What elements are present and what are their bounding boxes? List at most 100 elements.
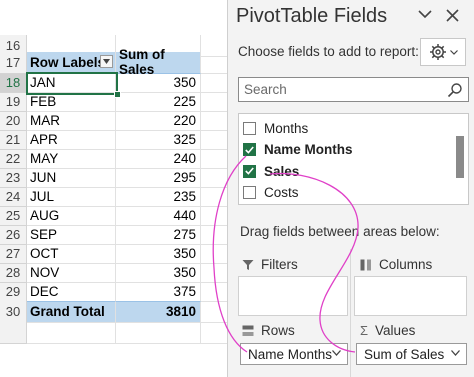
row-header[interactable]: 28 — [0, 263, 27, 283]
chevron-down-icon — [449, 49, 458, 55]
row-labels-header[interactable]: Row Labels — [27, 52, 116, 74]
row-header[interactable]: 29 — [0, 282, 27, 302]
row-header[interactable]: 19 — [0, 92, 27, 112]
empty-cell[interactable] — [201, 226, 227, 245]
row-labels-text: Row Labels — [30, 54, 106, 70]
row-header[interactable]: 17 — [0, 52, 27, 74]
sales-value-cell[interactable]: 440 — [116, 206, 201, 226]
pivot-data-row: 25 AUG 440 — [0, 206, 227, 226]
sales-value-cell[interactable]: 240 — [116, 149, 201, 169]
row-label-cell[interactable]: OCT — [27, 244, 116, 264]
row-header[interactable]: 18 — [0, 73, 27, 93]
row-header[interactable]: 30 — [0, 301, 27, 323]
values-area-header: Σ Values — [360, 323, 415, 338]
field-list-scrollbar[interactable] — [456, 120, 464, 198]
scrollbar-thumb[interactable] — [456, 136, 464, 178]
search-icon[interactable] — [447, 82, 463, 98]
sales-value-cell[interactable]: 350 — [116, 263, 201, 283]
row-label-cell[interactable]: JAN — [27, 73, 116, 93]
empty-cell[interactable] — [201, 74, 227, 93]
empty-cell[interactable] — [201, 112, 227, 131]
pivot-data-row: 20 MAR 220 — [0, 111, 227, 131]
sum-of-sales-header[interactable]: Sum of Sales — [116, 47, 201, 77]
row-label-cell[interactable]: MAR — [27, 111, 116, 131]
field-item[interactable]: Name Months — [243, 140, 353, 160]
row-header[interactable]: 22 — [0, 149, 27, 169]
chevron-down-icon[interactable] — [418, 10, 432, 19]
row-label-cell[interactable]: JUL — [27, 187, 116, 207]
cell-b31[interactable] — [116, 322, 201, 344]
row-label-cell[interactable]: DEC — [27, 282, 116, 302]
sales-value-cell[interactable]: 225 — [116, 92, 201, 112]
empty-cell[interactable] — [201, 131, 227, 150]
cell-a31[interactable] — [27, 322, 116, 344]
values-label: Values — [375, 323, 416, 338]
grand-total-label[interactable]: Grand Total — [27, 301, 116, 323]
row-header[interactable]: 24 — [0, 187, 27, 207]
checkbox-icon[interactable] — [243, 121, 256, 135]
row-label-cell[interactable]: NOV — [27, 263, 116, 283]
pivot-data-row: 23 JUN 295 — [0, 168, 227, 188]
empty-cell[interactable] — [201, 188, 227, 207]
row-label-cell[interactable]: MAY — [27, 149, 116, 169]
pivot-data-row: 27 OCT 350 — [0, 244, 227, 264]
field-item[interactable]: Months — [243, 118, 308, 138]
grand-total-value[interactable]: 3810 — [116, 301, 201, 323]
rows-field-name-months[interactable]: Name Months — [240, 343, 348, 365]
pivot-data-row: 29 DEC 375 — [0, 282, 227, 302]
row-label-cell[interactable]: AUG — [27, 206, 116, 226]
row-header[interactable]: 21 — [0, 130, 27, 150]
close-icon[interactable] — [446, 9, 459, 22]
row-label-cell[interactable]: JUN — [27, 168, 116, 188]
sales-value-cell[interactable]: 295 — [116, 168, 201, 188]
row-header-empty[interactable] — [0, 322, 27, 344]
row-label-cell[interactable]: SEP — [27, 225, 116, 245]
field-item[interactable]: Sales — [243, 161, 299, 181]
row-header[interactable]: 20 — [0, 111, 27, 131]
columns-area-header: Columns — [360, 257, 432, 272]
field-settings-button[interactable] — [420, 38, 466, 66]
empty-cell[interactable] — [201, 93, 227, 112]
empty-cell[interactable] — [201, 245, 227, 264]
filters-label: Filters — [261, 257, 298, 272]
sales-value-cell[interactable]: 375 — [116, 282, 201, 302]
columns-drop-area[interactable] — [354, 276, 467, 316]
cell-c30[interactable] — [201, 301, 227, 323]
gear-icon — [429, 44, 446, 60]
sales-value-cell[interactable]: 220 — [116, 111, 201, 131]
sales-value-cell[interactable]: 235 — [116, 187, 201, 207]
row-header[interactable]: 25 — [0, 206, 27, 226]
empty-cell[interactable] — [201, 283, 227, 302]
sales-value-cell[interactable]: 350 — [116, 244, 201, 264]
cell-c17[interactable] — [201, 52, 227, 74]
chevron-down-icon[interactable] — [332, 350, 341, 356]
row-header[interactable]: 27 — [0, 244, 27, 264]
cell-c31[interactable] — [201, 322, 227, 344]
row-label-cell[interactable]: APR — [27, 130, 116, 150]
sales-value-cell[interactable]: 350 — [116, 73, 201, 93]
row-label-cell[interactable]: FEB — [27, 92, 116, 112]
field-search-input[interactable]: Search — [238, 77, 469, 102]
grid-row-31 — [0, 322, 227, 344]
checkbox-icon[interactable] — [243, 186, 256, 199]
checkbox-checked-icon[interactable] — [243, 164, 256, 178]
empty-cell[interactable] — [201, 264, 227, 283]
empty-cell[interactable] — [201, 150, 227, 169]
fill-handle[interactable] — [114, 91, 121, 98]
row-header[interactable]: 26 — [0, 225, 27, 245]
field-item[interactable]: Costs — [243, 183, 299, 203]
rows-icon — [242, 325, 254, 336]
empty-cell[interactable] — [201, 169, 227, 188]
spreadsheet-grid: 16 17 Row Labels Sum of Sales 18 JAN 350 19… — [0, 0, 227, 377]
sales-value-cell[interactable]: 275 — [116, 225, 201, 245]
field-label: Months — [264, 120, 309, 136]
filters-drop-area[interactable] — [238, 276, 348, 316]
chevron-down-icon[interactable] — [451, 350, 460, 356]
values-field-sum-of-sales[interactable]: Sum of Sales — [356, 343, 467, 365]
row-header[interactable]: 23 — [0, 168, 27, 188]
sales-value-cell[interactable]: 325 — [116, 130, 201, 150]
filter-dropdown-button[interactable] — [100, 55, 113, 68]
pivot-data-row: 26 SEP 275 — [0, 225, 227, 245]
checkbox-checked-icon[interactable] — [243, 143, 256, 156]
empty-cell[interactable] — [201, 207, 227, 226]
